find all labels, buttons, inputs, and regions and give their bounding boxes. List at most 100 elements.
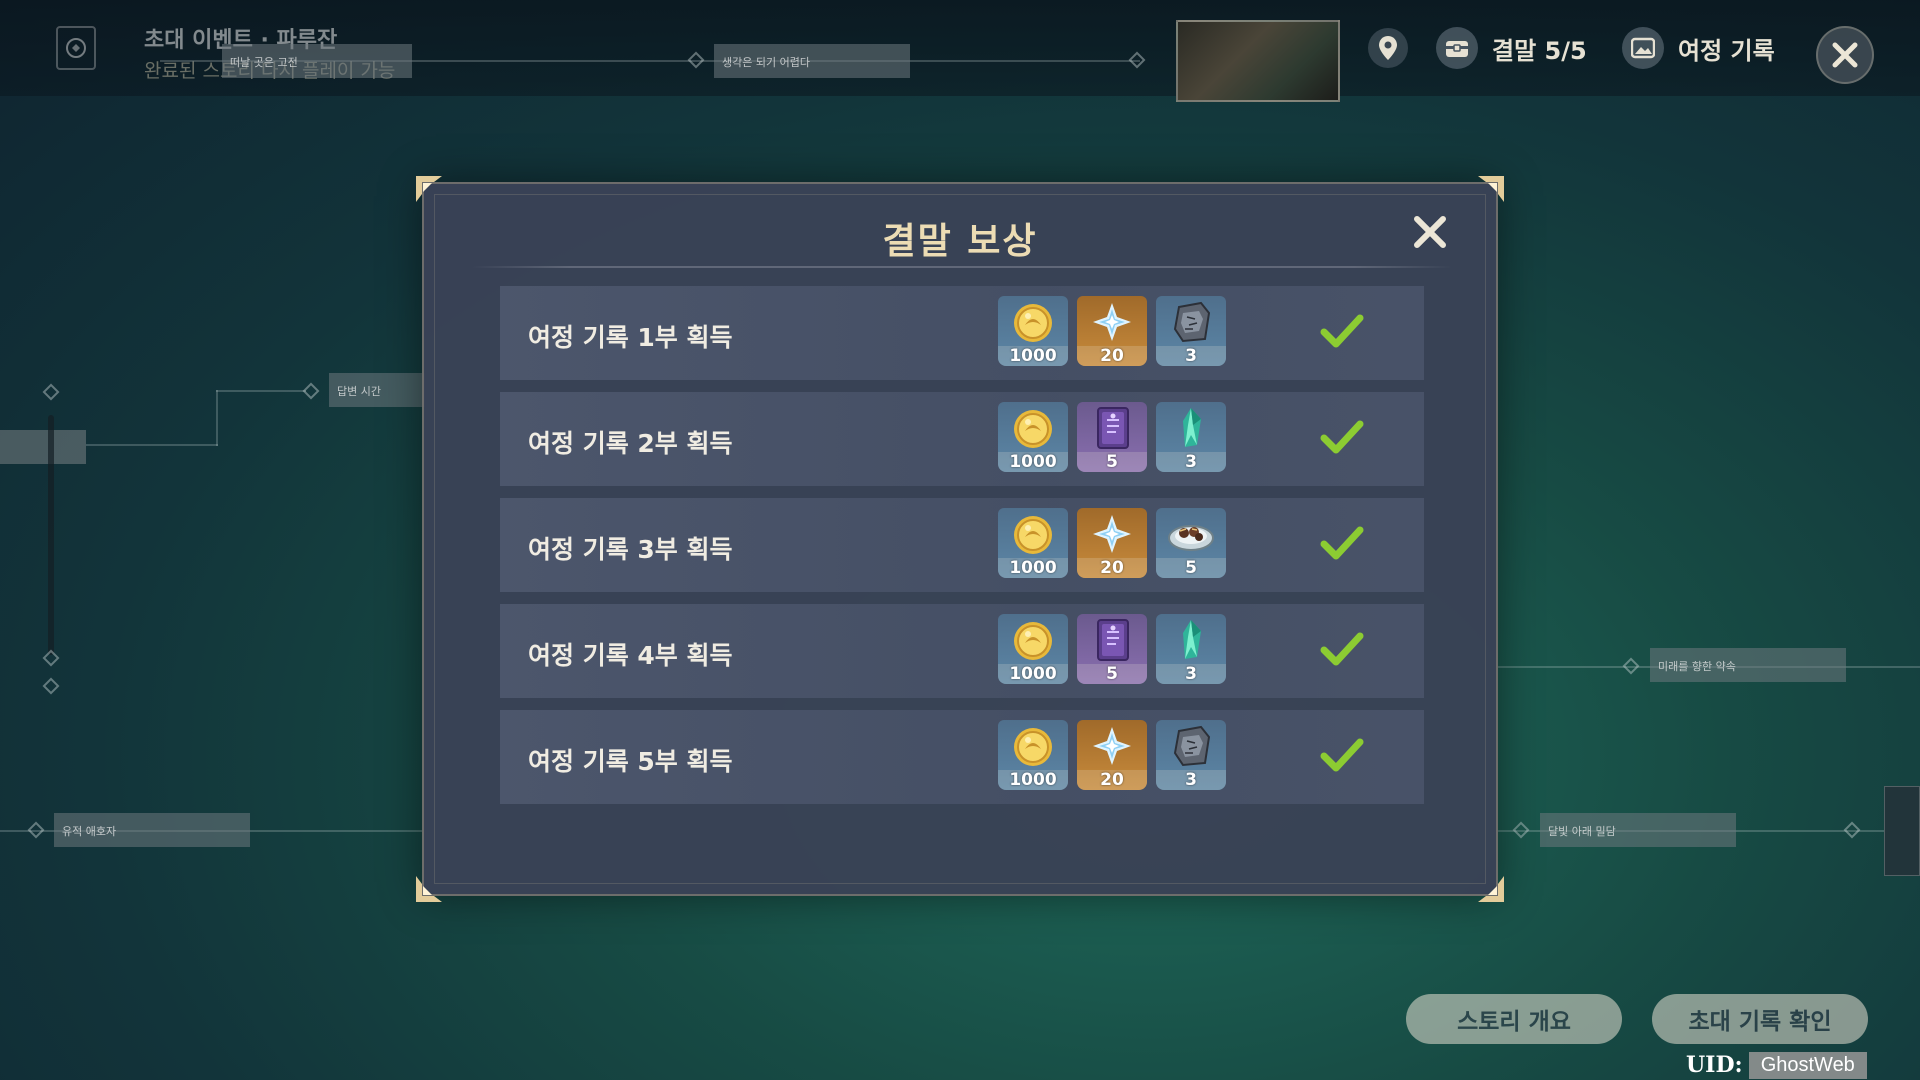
rewards-list: 여정 기록 1부 획득 1000 20 3 여정 기록 2부 획득 1000 5 3 여정 기록… [500,286,1424,816]
reward-items: 1000 5 3 [998,614,1226,684]
reward-items: 1000 20 3 [998,296,1226,366]
reward-item[interactable]: 1000 [998,508,1068,578]
reward-item[interactable]: 5 [1077,614,1147,684]
side-node[interactable] [0,430,86,464]
node-diamond [42,649,60,667]
checkmark-icon [1320,736,1364,776]
title-divider [472,266,1452,268]
story-node[interactable]: 생각은 되기 어렵다 [714,44,910,78]
mora-coin-icon [998,614,1068,666]
reward-item-count: 1000 [998,664,1068,684]
reward-item-count: 5 [1077,664,1147,684]
modal-title: 결말 보상 [882,221,1038,262]
scene-thumbnail[interactable] [1176,20,1340,102]
close-icon [1414,216,1446,248]
checkmark-icon [1320,418,1364,458]
checkmark-icon [1320,630,1364,670]
checkmark-icon [1320,312,1364,352]
reward-item[interactable]: 20 [1077,720,1147,790]
event-icon [56,26,96,70]
reward-row-label: 여정 기록 3부 획득 [528,535,733,564]
mora-coin-icon [998,720,1068,772]
map-line [86,444,218,446]
reward-item-count: 1000 [998,452,1068,472]
reward-item-count: 3 [1156,346,1226,366]
mora-coin-icon [998,402,1068,454]
story-node[interactable]: 미래를 향한 약속 [1650,648,1846,682]
journey-record-label: 여정 기록 [1678,36,1775,65]
modal-close-button[interactable] [1406,208,1454,256]
ending-counter-label: 결말 5/5 [1492,36,1587,65]
food-dish-icon [1156,508,1226,560]
node-diamond [1512,821,1530,839]
reward-row: 여정 기록 1부 획득 1000 20 3 [500,286,1424,380]
reward-item-count: 3 [1156,452,1226,472]
story-thumbnail[interactable] [1884,786,1920,876]
ending-counter[interactable]: 결말 5/5 [1436,27,1587,69]
reward-row-label: 여정 기록 1부 획득 [528,323,733,352]
green-crystal-icon [1156,614,1226,666]
close-page-button[interactable] [1816,26,1874,84]
node-diamond [27,821,45,839]
reward-item[interactable]: 20 [1077,296,1147,366]
corner-ornament-icon [416,876,442,902]
reward-item[interactable]: 5 [1077,402,1147,472]
reward-item-count: 3 [1156,664,1226,684]
node-diamond [42,677,60,695]
close-icon [1832,42,1858,68]
reward-item-count: 3 [1156,770,1226,790]
reward-item[interactable]: 3 [1156,614,1226,684]
reward-item[interactable]: 5 [1156,508,1226,578]
uid-label: UID: [1686,1052,1743,1078]
scrollbar[interactable] [48,415,54,655]
reward-item[interactable]: 3 [1156,296,1226,366]
invitation-record-button[interactable]: 초대 기록 확인 [1652,994,1868,1044]
uid-display: UID: GhostWeb [1686,1050,1867,1080]
story-node[interactable]: 달빛 아래 밀담 [1540,813,1736,847]
story-summary-button[interactable]: 스토리 개요 [1406,994,1622,1044]
location-pin-icon[interactable] [1368,28,1408,68]
mora-coin-icon [998,296,1068,348]
green-crystal-icon [1156,402,1226,454]
reward-item[interactable]: 3 [1156,402,1226,472]
exp-book-icon [1077,402,1147,454]
reward-item[interactable]: 1000 [998,296,1068,366]
stone-relic-icon [1156,720,1226,772]
node-diamond [1843,821,1861,839]
reward-item-count: 20 [1077,558,1147,578]
reward-item[interactable]: 3 [1156,720,1226,790]
reward-item-count: 20 [1077,770,1147,790]
story-node[interactable]: 답변 시간 [329,373,425,407]
primogem-icon [1077,296,1147,348]
ending-rewards-modal: 결말 보상 여정 기록 1부 획득 1000 20 3 여정 기록 2부 획득 1000 5… [416,176,1504,902]
node-diamond [1622,657,1640,675]
checkmark-icon [1320,526,1364,560]
reward-item[interactable]: 1000 [998,402,1068,472]
node-diamond [302,382,320,400]
chest-icon [1436,27,1478,69]
reward-item[interactable]: 20 [1077,508,1147,578]
reward-item[interactable]: 1000 [998,720,1068,790]
picture-icon [1622,27,1664,69]
primogem-icon [1077,508,1147,560]
checkmark-icon [1320,738,1364,772]
checkmark-icon [1320,314,1364,348]
mora-coin-icon [998,508,1068,560]
uid-value: GhostWeb [1748,1051,1867,1079]
exp-book-icon [1077,614,1147,666]
reward-row-label: 여정 기록 5부 획득 [528,747,733,776]
story-node[interactable]: 떠날 곳은 고전 [222,44,412,78]
corner-ornament-icon [416,176,442,202]
reward-row: 여정 기록 3부 획득 1000 20 5 [500,498,1424,592]
reward-item-count: 1000 [998,558,1068,578]
reward-item[interactable]: 1000 [998,614,1068,684]
reward-item-count: 5 [1077,452,1147,472]
node-diamond [42,383,60,401]
reward-item-count: 1000 [998,346,1068,366]
map-line [216,390,306,392]
checkmark-icon [1320,524,1364,564]
journey-record-button[interactable]: 여정 기록 [1622,27,1775,69]
reward-items: 1000 5 3 [998,402,1226,472]
corner-ornament-icon [1478,876,1504,902]
story-node[interactable]: 유적 애호자 [54,813,250,847]
